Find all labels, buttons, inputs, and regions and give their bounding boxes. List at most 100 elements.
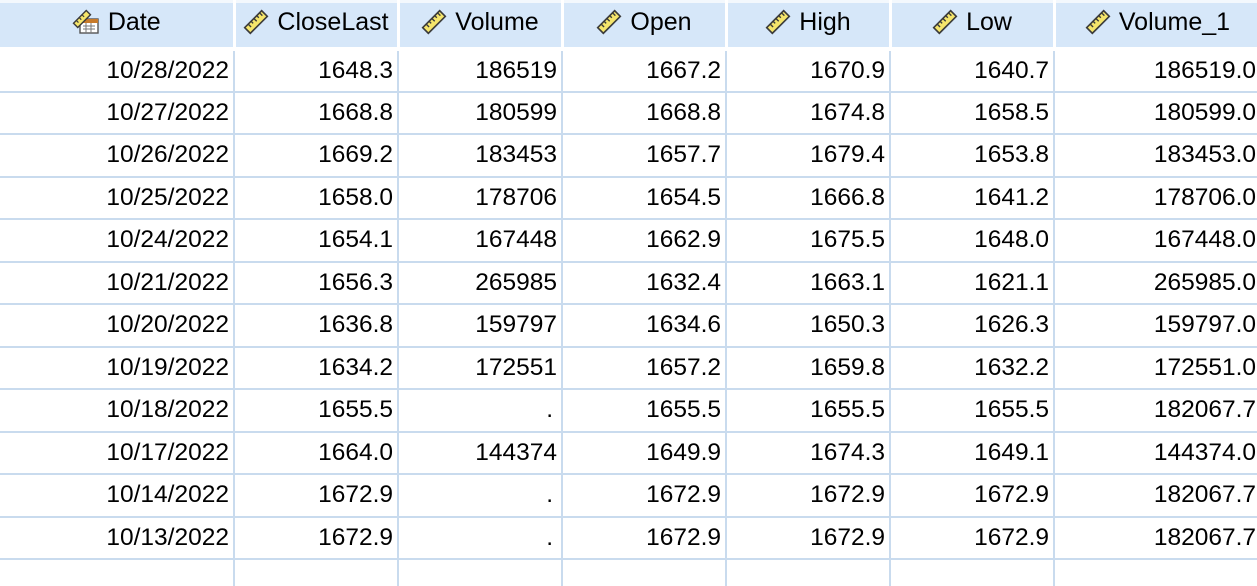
table-cell[interactable]: 10/25/2022 (0, 176, 235, 220)
table-cell[interactable]: . (398, 516, 563, 560)
table-cell[interactable]: 1654.5 (562, 176, 727, 220)
table-cell[interactable]: 186519.0 (1054, 49, 1257, 93)
table-cell[interactable]: 172551.0 (1054, 346, 1257, 390)
table-cell[interactable]: 1657.7 (562, 134, 727, 178)
column-header-volume-1[interactable]: Volume_1 (1054, 0, 1257, 51)
column-header-label: Volume_1 (1118, 7, 1231, 36)
table-cell[interactable]: 10/26/2022 (0, 134, 235, 178)
table-cell[interactable]: 10/28/2022 (0, 49, 235, 93)
table-cell[interactable]: 1674.8 (726, 91, 891, 135)
table-cell[interactable]: 10/14/2022 (0, 474, 235, 518)
data-table: Date CloseLast Volume Open High Low Volume_1 1… (0, 0, 1257, 586)
table-cell[interactable]: 1658.5 (890, 91, 1055, 135)
table-cell[interactable]: 1664.0 (234, 431, 399, 475)
column-header-low[interactable]: Low (890, 0, 1056, 51)
table-cell[interactable]: 1655.5 (234, 389, 399, 433)
table-cell[interactable]: 10/20/2022 (0, 304, 235, 348)
table-cell[interactable]: 10/24/2022 (0, 219, 235, 263)
column-header-date[interactable]: Date (0, 0, 236, 51)
table-cell[interactable]: 183453.0 (1054, 134, 1257, 178)
table-cell[interactable] (890, 559, 1055, 586)
table-cell[interactable] (234, 559, 399, 586)
table-cell[interactable] (726, 559, 891, 586)
table-cell[interactable]: . (398, 389, 563, 433)
table-cell[interactable]: 1668.8 (234, 91, 399, 135)
table-cell[interactable]: 1621.1 (890, 261, 1055, 305)
table-cell[interactable]: 159797 (398, 304, 563, 348)
table-cell[interactable]: 1663.1 (726, 261, 891, 305)
table-cell[interactable]: 180599.0 (1054, 91, 1257, 135)
table-cell[interactable]: 10/21/2022 (0, 261, 235, 305)
table-cell[interactable]: 1655.5 (726, 389, 891, 433)
table-cell[interactable]: 1656.3 (234, 261, 399, 305)
table-cell[interactable]: 1672.9 (234, 474, 399, 518)
table-cell[interactable]: 1657.2 (562, 346, 727, 390)
table-cell[interactable]: 182067.7 (1054, 389, 1257, 433)
table-cell[interactable]: 159797.0 (1054, 304, 1257, 348)
table-cell[interactable]: 1672.9 (562, 474, 727, 518)
table-cell[interactable]: 1649.1 (890, 431, 1055, 475)
table-cell[interactable]: 1653.8 (890, 134, 1055, 178)
table-cell[interactable]: 10/18/2022 (0, 389, 235, 433)
table-cell[interactable]: 1662.9 (562, 219, 727, 263)
table-cell[interactable]: 1650.3 (726, 304, 891, 348)
table-cell[interactable]: 167448.0 (1054, 219, 1257, 263)
table-cell[interactable]: 183453 (398, 134, 563, 178)
table-cell[interactable]: 1649.9 (562, 431, 727, 475)
table-cell[interactable]: 178706 (398, 176, 563, 220)
table-cell[interactable]: 1672.9 (726, 474, 891, 518)
table-cell[interactable]: 167448 (398, 219, 563, 263)
table-cell[interactable]: 1679.4 (726, 134, 891, 178)
table-cell[interactable]: 1669.2 (234, 134, 399, 178)
table-cell[interactable]: 10/13/2022 (0, 516, 235, 560)
table-cell[interactable]: . (398, 474, 563, 518)
table-cell[interactable]: 1640.7 (890, 49, 1055, 93)
column-header-high[interactable]: High (726, 0, 892, 51)
table-cell[interactable]: 1670.9 (726, 49, 891, 93)
table-cell[interactable]: 144374.0 (1054, 431, 1257, 475)
table-cell[interactable]: 265985 (398, 261, 563, 305)
table-cell[interactable] (1054, 559, 1257, 586)
table-cell[interactable]: 1674.3 (726, 431, 891, 475)
table-cell[interactable]: 10/27/2022 (0, 91, 235, 135)
table-cell[interactable]: 1672.9 (562, 516, 727, 560)
table-cell[interactable]: 1667.2 (562, 49, 727, 93)
table-cell[interactable]: 10/19/2022 (0, 346, 235, 390)
column-header-open[interactable]: Open (562, 0, 728, 51)
table-cell[interactable]: 172551 (398, 346, 563, 390)
table-cell[interactable]: 1675.5 (726, 219, 891, 263)
table-cell[interactable]: 1632.2 (890, 346, 1055, 390)
table-cell[interactable]: 1641.2 (890, 176, 1055, 220)
table-cell[interactable]: 1659.8 (726, 346, 891, 390)
table-cell[interactable]: 180599 (398, 91, 563, 135)
table-cell[interactable]: 1672.9 (234, 516, 399, 560)
table-cell[interactable]: 1648.3 (234, 49, 399, 93)
table-cell[interactable]: 144374 (398, 431, 563, 475)
table-cell[interactable]: 182067.7 (1054, 474, 1257, 518)
table-cell[interactable]: 1658.0 (234, 176, 399, 220)
table-cell[interactable]: 178706.0 (1054, 176, 1257, 220)
table-cell[interactable]: 182067.7 (1054, 516, 1257, 560)
table-cell[interactable] (562, 559, 727, 586)
table-cell[interactable]: 1626.3 (890, 304, 1055, 348)
table-cell[interactable]: 1636.8 (234, 304, 399, 348)
table-cell[interactable]: 1648.0 (890, 219, 1055, 263)
table-cell[interactable]: 1672.9 (890, 474, 1055, 518)
table-cell[interactable]: 1632.4 (562, 261, 727, 305)
column-header-volume[interactable]: Volume (398, 0, 564, 51)
table-cell[interactable]: 1668.8 (562, 91, 727, 135)
table-cell[interactable]: 1655.5 (562, 389, 727, 433)
table-cell[interactable]: 1666.8 (726, 176, 891, 220)
table-cell[interactable]: 1672.9 (726, 516, 891, 560)
table-cell[interactable]: 1654.1 (234, 219, 399, 263)
table-cell[interactable]: 265985.0 (1054, 261, 1257, 305)
table-cell[interactable]: 1634.2 (234, 346, 399, 390)
table-cell[interactable] (398, 559, 563, 586)
table-cell[interactable]: 10/17/2022 (0, 431, 235, 475)
table-cell[interactable]: 1655.5 (890, 389, 1055, 433)
table-cell[interactable]: 1634.6 (562, 304, 727, 348)
table-cell[interactable] (0, 559, 235, 586)
table-cell[interactable]: 1672.9 (890, 516, 1055, 560)
column-header-closelast[interactable]: CloseLast (234, 0, 400, 51)
table-cell[interactable]: 186519 (398, 49, 563, 93)
